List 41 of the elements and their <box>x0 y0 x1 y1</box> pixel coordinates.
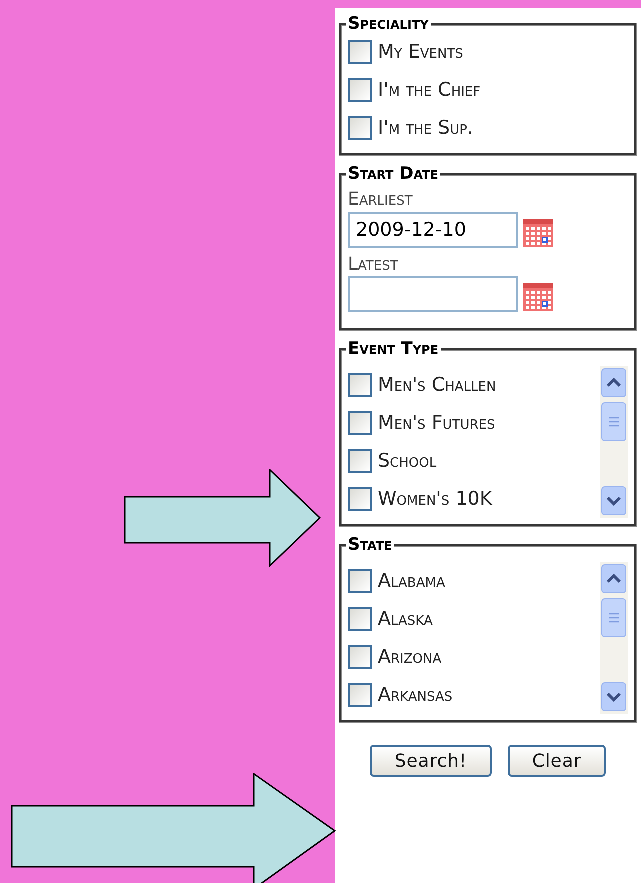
checkbox[interactable] <box>348 569 372 593</box>
checkbox[interactable] <box>348 116 372 140</box>
checkbox[interactable] <box>348 607 372 631</box>
checkbox[interactable] <box>348 487 372 511</box>
calendar-icon[interactable] <box>522 280 554 312</box>
checkbox[interactable] <box>348 411 372 435</box>
checkbox-label: School <box>378 448 437 474</box>
scrollbar[interactable] <box>600 366 628 518</box>
checkbox-label: Arkansas <box>378 682 453 708</box>
checkbox[interactable] <box>348 683 372 707</box>
checkbox[interactable] <box>348 78 372 102</box>
checkbox[interactable] <box>348 645 372 669</box>
clear-button[interactable]: Clear <box>508 745 606 777</box>
scroll-down-icon[interactable] <box>601 486 627 516</box>
scroll-thumb-icon[interactable] <box>601 598 627 638</box>
checkbox-label: Men's Futures <box>378 410 496 436</box>
section-title: State <box>347 537 394 554</box>
checkbox[interactable] <box>348 373 372 397</box>
scroll-thumb-icon[interactable] <box>601 402 627 442</box>
checkbox-label: Arizona <box>378 644 442 670</box>
checkbox-label: Alabama <box>378 568 446 594</box>
search-button[interactable]: Search! <box>370 745 492 777</box>
section-title: Speciality <box>347 16 430 33</box>
section-title: Event Type <box>347 341 440 358</box>
field-label: Latest <box>348 254 400 276</box>
section-title: Start Date <box>347 166 440 183</box>
checkbox-label: Men's Challen <box>378 372 496 398</box>
scrollbar[interactable] <box>600 562 628 714</box>
date-field[interactable] <box>348 276 518 312</box>
checkbox[interactable] <box>348 40 372 64</box>
checkbox-label: My Events <box>378 40 464 65</box>
checkbox[interactable] <box>348 449 372 473</box>
scroll-down-icon[interactable] <box>601 682 627 712</box>
checkbox-label: Women's 10K <box>378 486 492 512</box>
field-label: Earliest <box>348 189 414 212</box>
checkbox-label: I'm the Sup. <box>378 116 474 141</box>
checkbox-label: Alaska <box>378 606 433 632</box>
scroll-up-icon[interactable] <box>601 368 627 398</box>
scroll-up-icon[interactable] <box>601 564 627 594</box>
checkbox-label: I'm the Chief <box>378 78 481 103</box>
date-field[interactable]: 2009-12-10 <box>348 212 518 248</box>
